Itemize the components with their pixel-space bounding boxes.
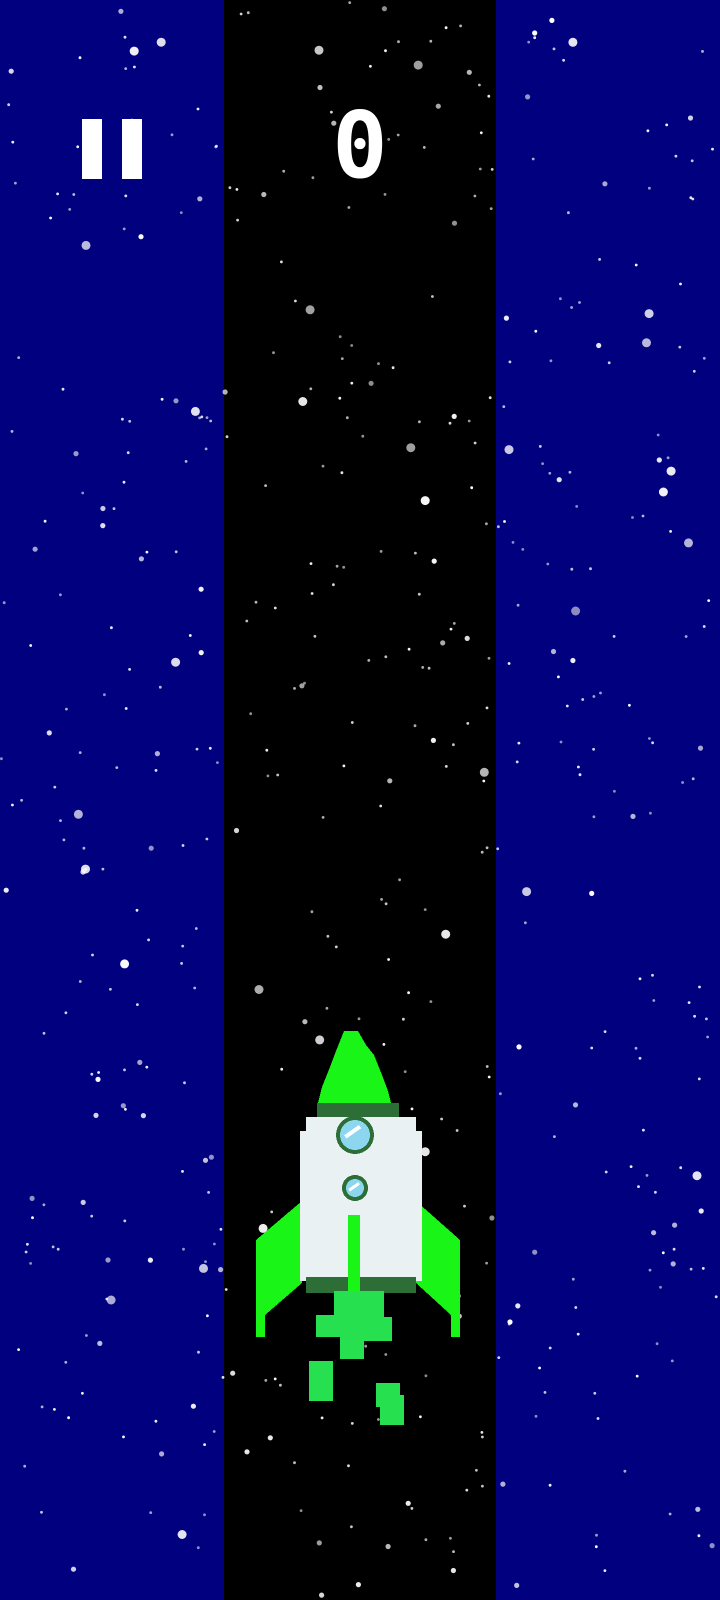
left-fin	[256, 1201, 302, 1337]
game-screen[interactable]: 0	[0, 0, 720, 1600]
score-value: 0	[332, 92, 388, 199]
score-display: 0	[300, 96, 420, 196]
right-space-panel	[496, 0, 720, 1600]
right-fin	[416, 1201, 460, 1337]
bottom-band	[306, 1277, 416, 1293]
left-space-panel	[0, 0, 224, 1600]
cone-band	[317, 1103, 399, 1117]
pause-icon	[82, 119, 142, 179]
rocket-body	[300, 1131, 422, 1281]
pause-button[interactable]	[76, 114, 146, 180]
exhaust-flames	[309, 1291, 404, 1425]
nose-cone	[318, 1031, 391, 1103]
rocket-icon	[256, 1031, 460, 1425]
player-rocket[interactable]	[256, 1025, 466, 1430]
